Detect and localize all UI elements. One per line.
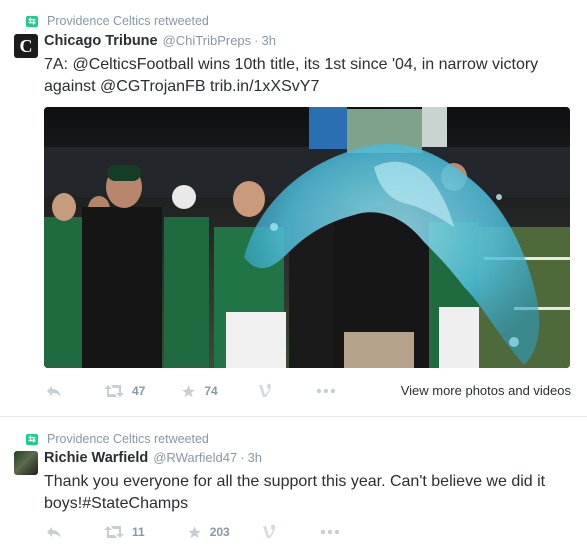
avatar[interactable] [14,451,38,475]
separator: · [240,450,245,465]
reply-icon[interactable] [46,525,62,539]
separator: · [254,33,259,48]
tweet-header: Chicago Tribune @ChiTribPreps · 3h [44,33,276,49]
favorite-button[interactable]: 203 [187,525,230,540]
avatar[interactable]: C [14,34,38,58]
favorite-count: 203 [209,525,230,539]
retweet-icon [104,385,124,397]
more-icon[interactable] [316,388,336,394]
retweet-button[interactable]: 47 [104,384,145,398]
tweet-text: 7A: @CelticsFootball wins 10th title, it… [44,54,574,98]
mention-link[interactable]: @CGTrojanFB [100,78,205,95]
tweet-actions: 11 203 [44,524,340,540]
retweet-button[interactable]: 11 [104,525,145,539]
timestamp[interactable]: 3h [262,33,276,48]
retweet-badge-icon: ⇆ [26,15,38,27]
timestamp[interactable]: 3h [248,450,262,465]
tweet-header: Richie Warfield @RWarfield47 · 3h [44,450,262,466]
author-name[interactable]: Chicago Tribune [44,33,158,49]
retweet-icon [104,526,124,538]
tweet-text: Thank you everyone for all the support t… [44,471,574,515]
author-handle[interactable]: @RWarfield47 [153,450,237,465]
author-name[interactable]: Richie Warfield [44,450,148,466]
star-icon [182,384,196,397]
star-icon [187,525,201,538]
retweet-context: ⇆ Providence Celtics retweeted [26,14,209,28]
favorite-button[interactable]: 74 [181,384,218,399]
hashtag-link[interactable]: #StateChamps [82,495,188,512]
view-more-media-link[interactable]: View more photos and videos [401,383,571,398]
favorite-count: 74 [204,384,218,398]
tweet-card[interactable]: ⇆ Providence Celtics retweeted Richie Wa… [0,418,587,558]
retweet-context: ⇆ Providence Celtics retweeted [26,432,209,446]
more-icon[interactable] [320,529,340,535]
retweeted-by-label[interactable]: Providence Celtics retweeted [47,14,209,28]
mention-link[interactable]: @CelticsFootball [72,56,193,73]
vine-icon[interactable] [262,524,276,540]
tweet-photo[interactable] [44,107,570,368]
tweet-card[interactable]: ⇆ Providence Celtics retweeted C Chicago… [0,0,587,417]
retweet-count: 47 [132,384,146,398]
celebration-photo [44,107,570,368]
text-segment: 7A: [44,56,73,73]
reply-icon[interactable] [46,384,62,398]
vine-icon[interactable] [258,383,272,399]
retweet-count: 11 [132,525,145,539]
retweeted-by-label[interactable]: Providence Celtics retweeted [47,432,209,446]
retweet-badge-icon: ⇆ [26,433,38,445]
avatar-logo: C [19,36,33,56]
author-handle[interactable]: @ChiTribPreps [163,33,252,48]
tweet-actions: 47 74 [44,383,336,399]
url-link[interactable]: trib.in/1xXSvY7 [210,78,319,95]
